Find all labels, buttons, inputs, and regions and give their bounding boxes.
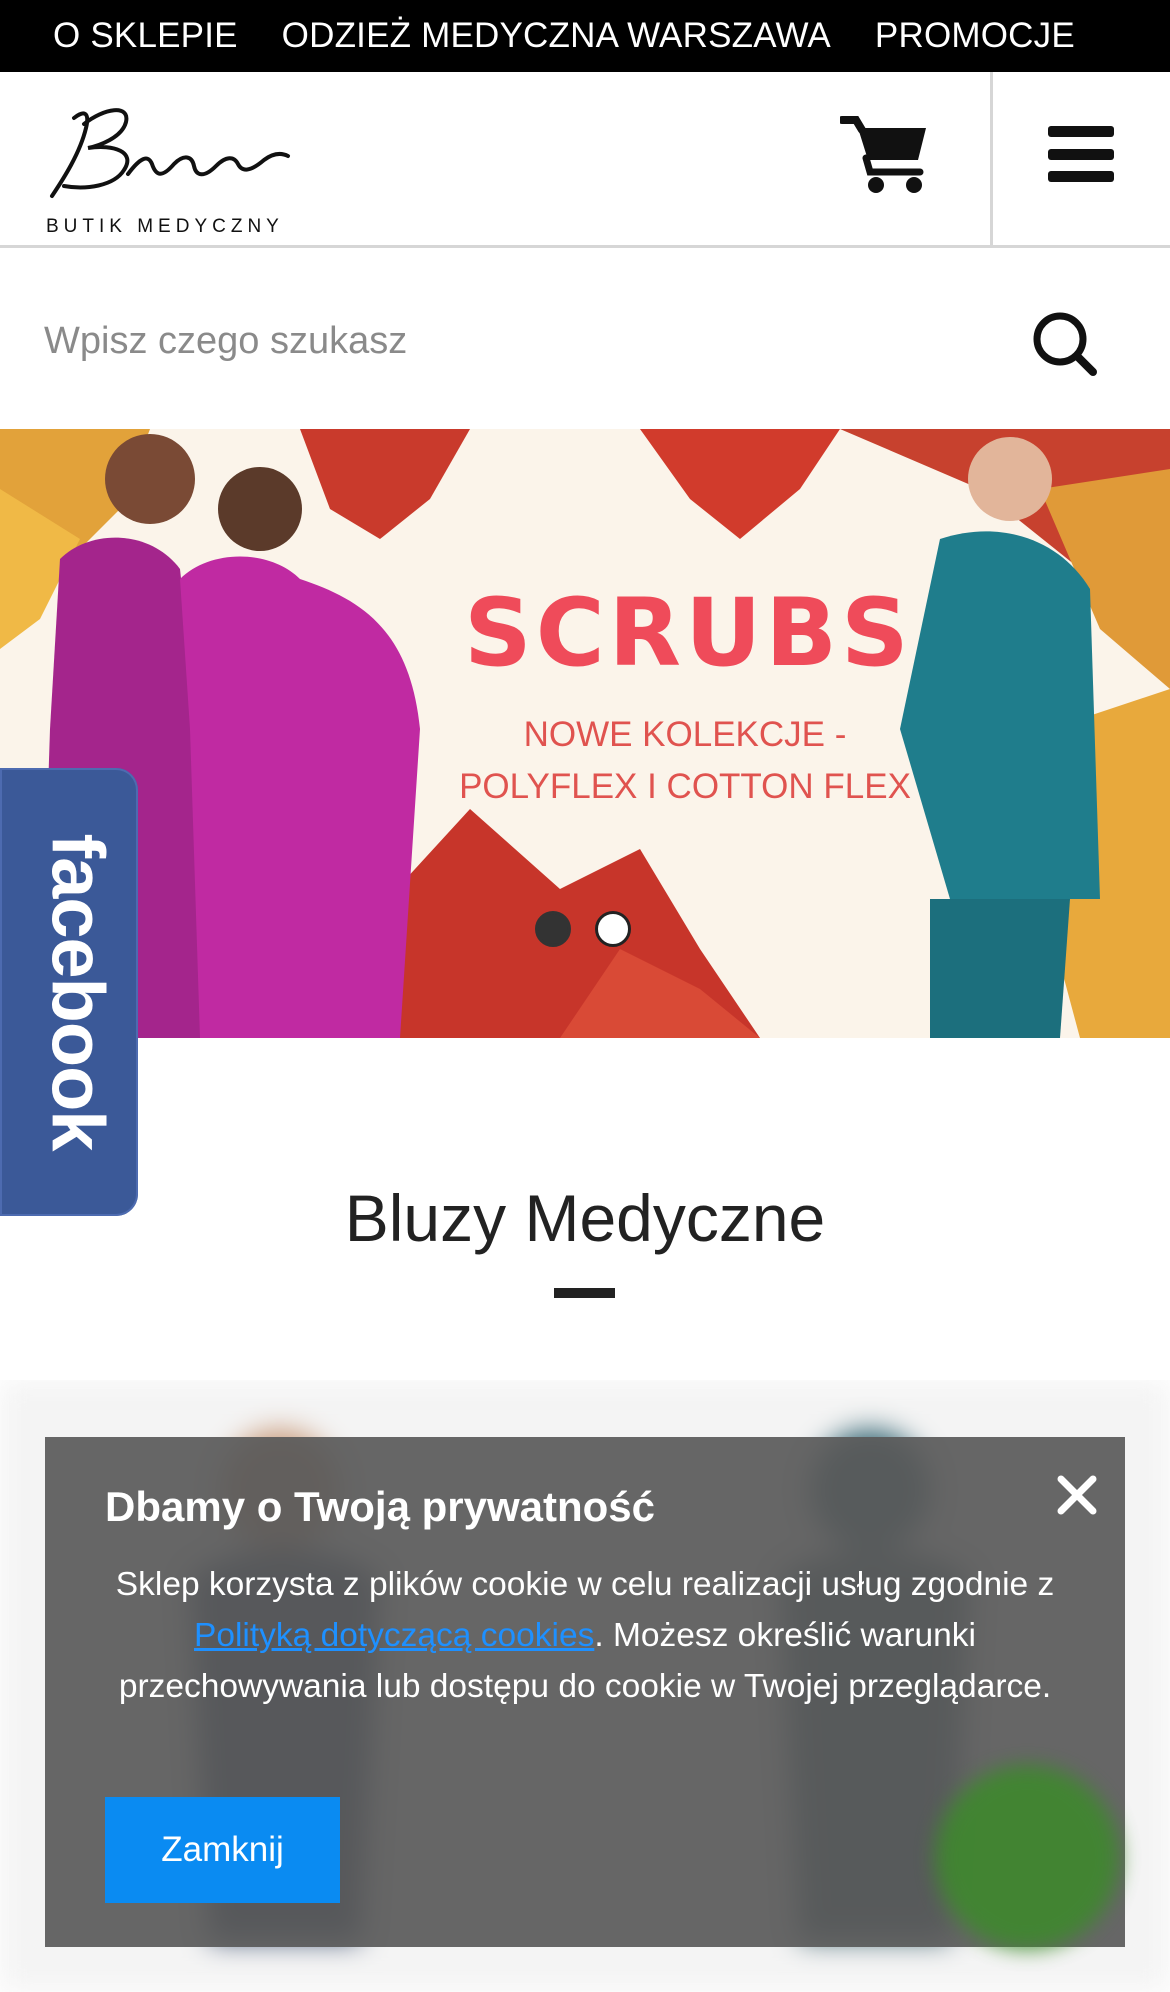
hamburger-icon-line bbox=[1048, 171, 1114, 182]
cart-icon bbox=[838, 116, 926, 193]
cookie-accept-button[interactable]: Zamknij bbox=[105, 1797, 340, 1903]
search-input[interactable] bbox=[44, 301, 944, 381]
nav-link-medical-clothing-warsaw[interactable]: ODZIEŻ MEDYCZNA WARSZAWA bbox=[282, 16, 831, 56]
banner-title: SCRUBS bbox=[464, 579, 913, 688]
cookie-description: Sklep korzysta z plików cookie w celu re… bbox=[105, 1559, 1065, 1712]
hamburger-icon bbox=[1048, 126, 1114, 137]
cookie-policy-link[interactable]: Polityką dotyczącą cookies bbox=[194, 1617, 594, 1654]
search-icon bbox=[1033, 312, 1097, 376]
nav-link-about[interactable]: O SKLEPIE bbox=[53, 16, 238, 56]
close-icon bbox=[1057, 1475, 1097, 1515]
cookie-text-before: Sklep korzysta z plików cookie w celu re… bbox=[115, 1566, 1055, 1603]
hamburger-menu-button[interactable] bbox=[1048, 126, 1114, 182]
facebook-side-tab[interactable]: facebook bbox=[0, 768, 138, 1216]
carousel-dot-2[interactable] bbox=[595, 911, 631, 947]
carousel-dots bbox=[535, 911, 631, 947]
banner-subtitle-line: NOWE KOLEKCJE - bbox=[523, 715, 847, 754]
logo-signature bbox=[50, 108, 290, 198]
hamburger-icon-line bbox=[1048, 148, 1114, 160]
header-divider bbox=[990, 72, 993, 248]
logo-text: BUTIK MEDYCZNY bbox=[46, 216, 284, 237]
cart-button[interactable] bbox=[838, 114, 930, 194]
title-underline bbox=[554, 1288, 615, 1298]
hero-banner[interactable]: SCRUBS NOWE KOLEKCJE - POLYFLEX I COTTON… bbox=[0, 429, 1170, 1038]
carousel-dot-1[interactable] bbox=[535, 911, 571, 947]
chat-widget-button[interactable] bbox=[935, 1765, 1120, 1950]
banner-subtitle-line: POLYFLEX I COTTON FLEX bbox=[459, 767, 911, 806]
cookie-close-button[interactable] bbox=[1055, 1473, 1099, 1517]
search-bar bbox=[0, 251, 1170, 429]
section-title: Bluzy Medyczne bbox=[344, 1181, 826, 1255]
site-logo[interactable]: BUTIK MEDYCZNY bbox=[44, 98, 304, 237]
site-header: BUTIK MEDYCZNY bbox=[0, 72, 1170, 248]
nav-link-promotions[interactable]: PROMOCJE bbox=[875, 16, 1075, 56]
cookie-title: Dbamy o Twoją prywatność bbox=[105, 1483, 655, 1530]
banner-subtitle: NOWE KOLEKCJE - POLYFLEX I COTTON FLEX bbox=[440, 709, 930, 813]
top-navigation: O SKLEPIE ODZIEŻ MEDYCZNA WARSZAWA PROMO… bbox=[0, 0, 1170, 72]
facebook-label: facebook bbox=[36, 833, 120, 1151]
search-button[interactable] bbox=[1030, 309, 1100, 379]
